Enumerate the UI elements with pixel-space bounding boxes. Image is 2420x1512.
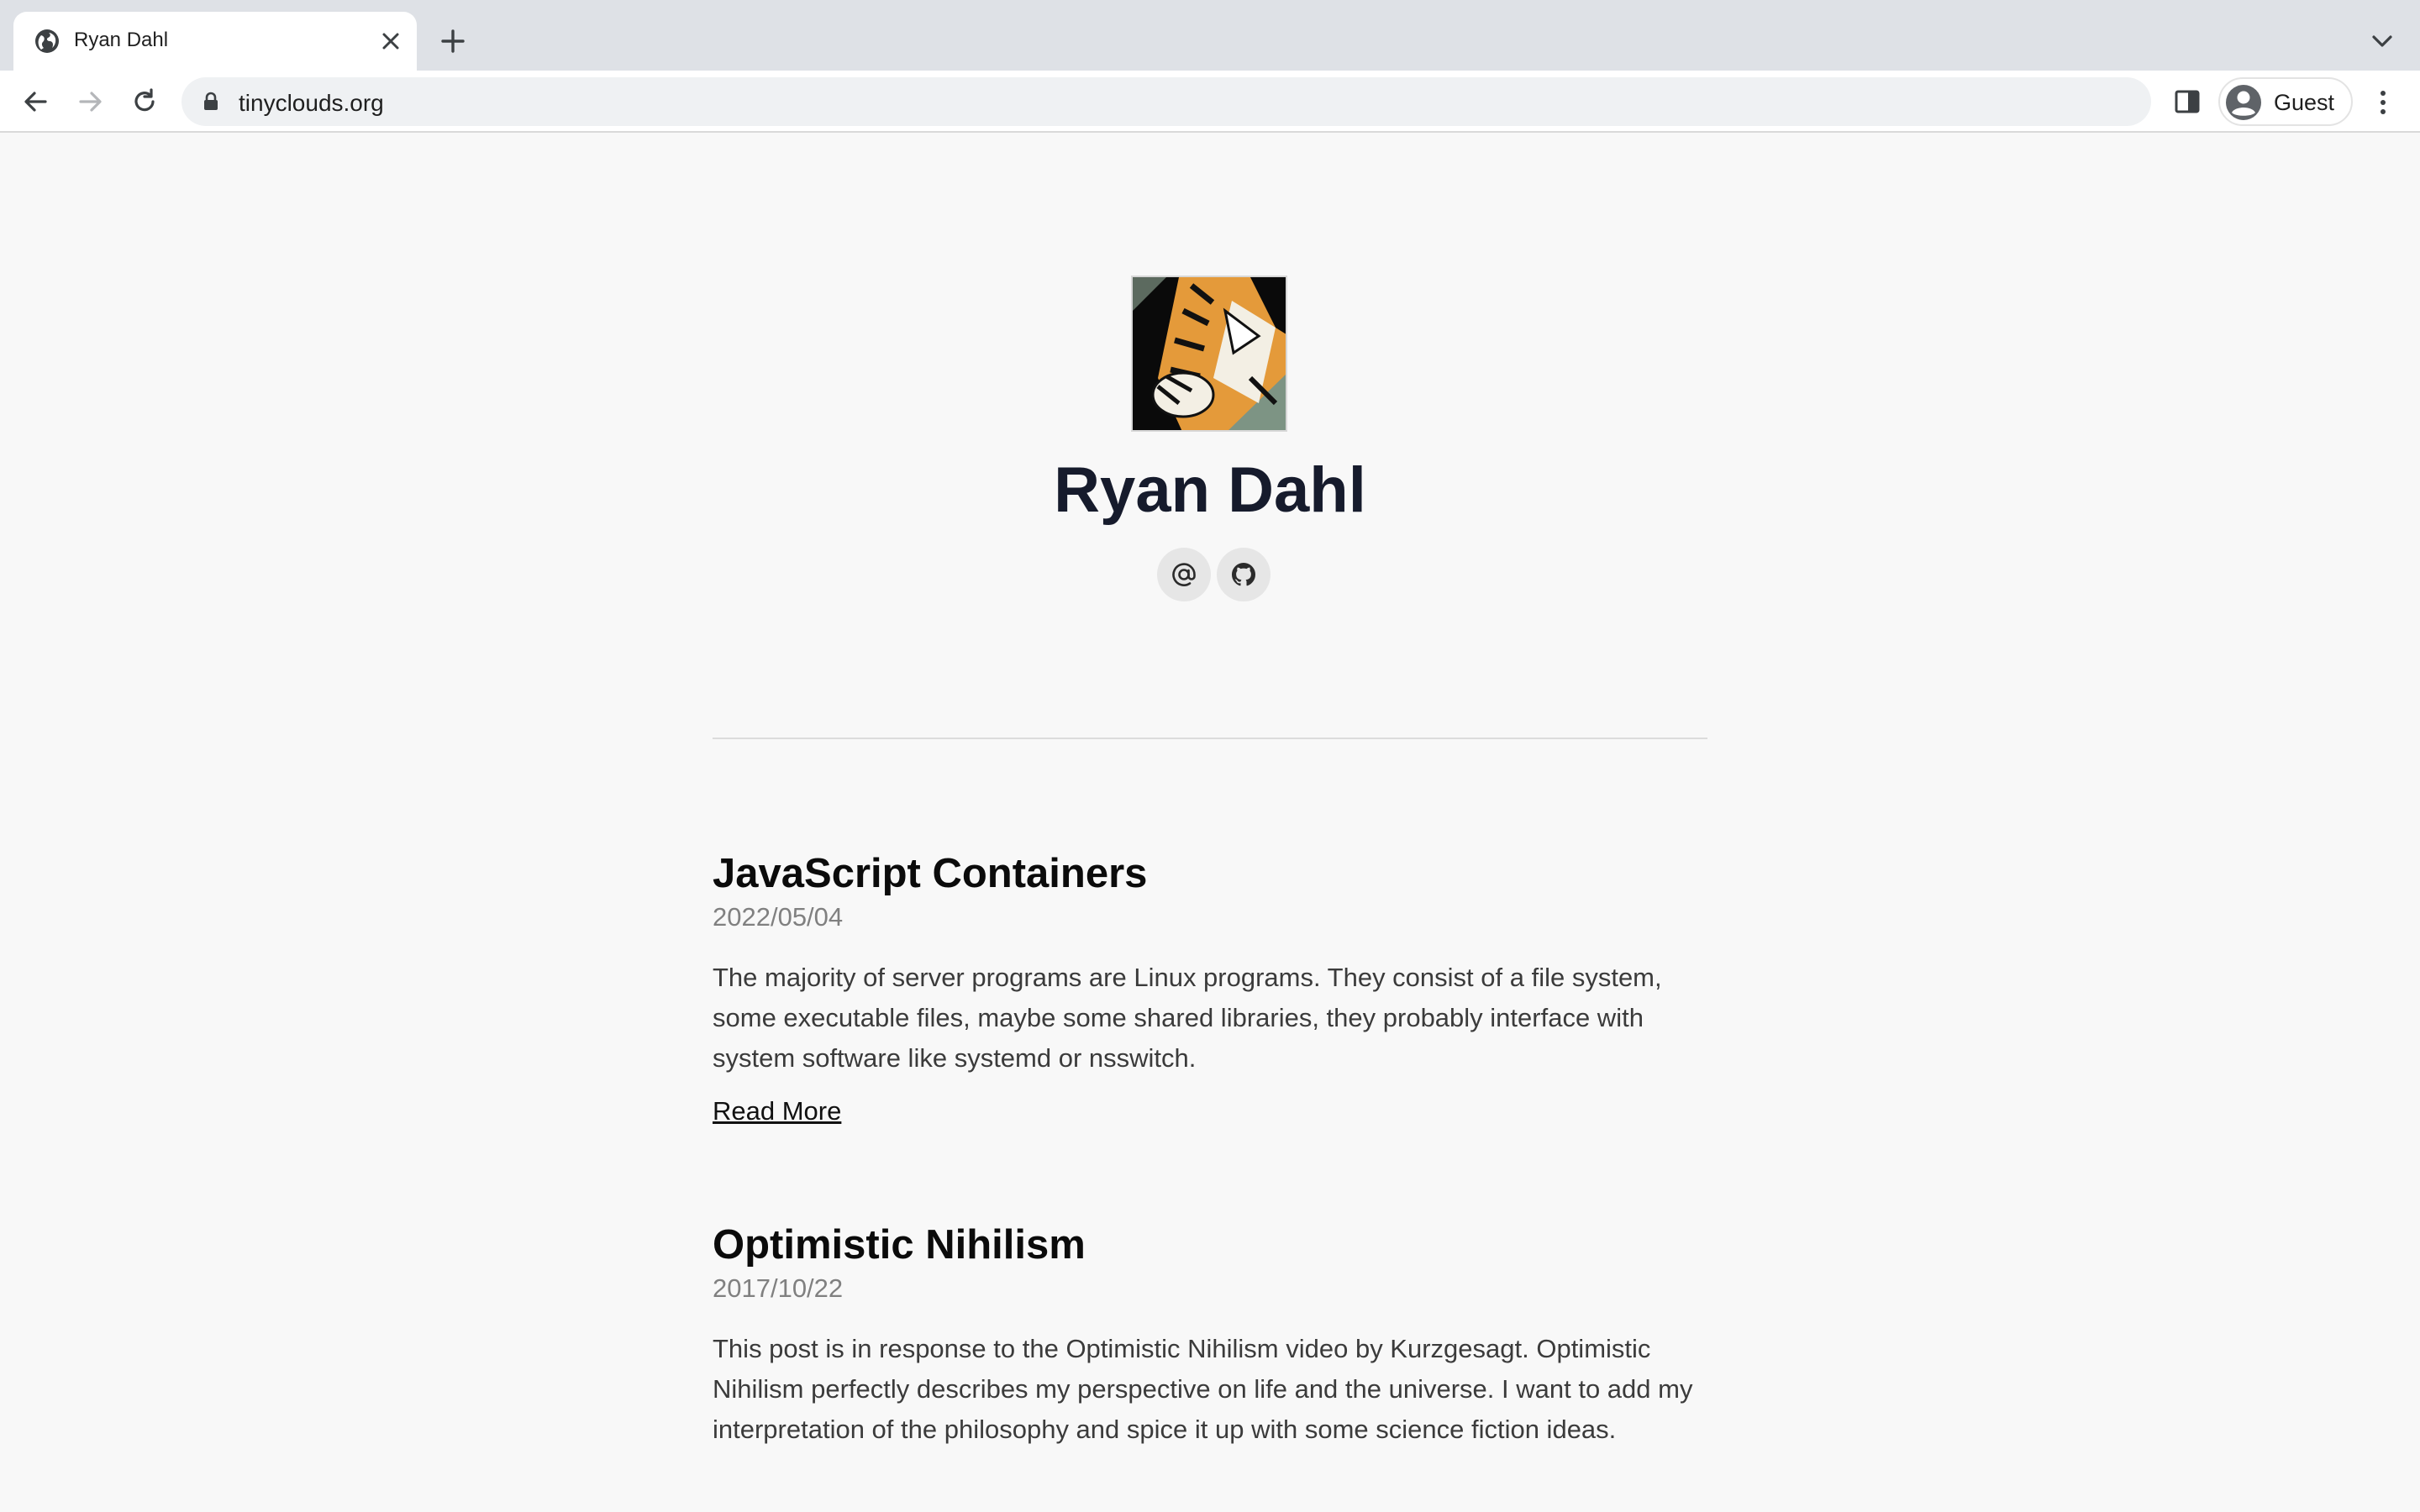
post-title[interactable]: JavaScript Containers xyxy=(713,848,1707,899)
post-item: Optimistic Nihilism 2017/10/22 This post… xyxy=(713,1220,1707,1450)
author-name: Ryan Dahl xyxy=(1054,454,1366,526)
profile-label: Guest xyxy=(2274,90,2335,115)
side-panel-icon[interactable] xyxy=(2173,87,2202,116)
active-tab[interactable]: Ryan Dahl xyxy=(13,12,417,71)
globe-icon xyxy=(35,29,59,53)
github-link[interactable] xyxy=(1217,548,1270,601)
close-icon[interactable] xyxy=(380,30,402,52)
browser-toolbar: tinyclouds.org Guest xyxy=(0,71,2420,133)
page-content: Ryan Dahl JavaScript Containers 2022/05/… xyxy=(0,134,2420,1512)
forward-arrow-icon[interactable] xyxy=(76,87,106,117)
post-date: 2017/10/22 xyxy=(713,1273,844,1303)
post-item: JavaScript Containers 2022/05/04 The maj… xyxy=(713,848,1707,1129)
profile-button[interactable]: Guest xyxy=(2218,77,2353,126)
post-date: 2022/05/04 xyxy=(713,902,844,932)
email-icon xyxy=(1172,563,1196,586)
new-tab-icon[interactable] xyxy=(439,27,467,55)
post-title[interactable]: Optimistic Nihilism xyxy=(713,1220,1707,1270)
more-options-icon[interactable] xyxy=(2373,87,2393,118)
lock-icon[interactable] xyxy=(202,92,220,112)
account-icon xyxy=(2226,85,2261,120)
address-bar[interactable]: tinyclouds.org xyxy=(182,77,2151,126)
profile-photo xyxy=(1131,276,1287,432)
email-link[interactable] xyxy=(1157,548,1211,601)
github-icon xyxy=(1231,563,1256,586)
section-divider xyxy=(713,738,1707,739)
tab-title: Ryan Dahl xyxy=(74,29,169,51)
tab-strip: Ryan Dahl xyxy=(0,0,2420,71)
read-more-link[interactable]: Read More xyxy=(713,1094,841,1129)
reload-icon[interactable] xyxy=(129,87,160,117)
post-excerpt: The majority of server programs are Linu… xyxy=(713,963,1662,1073)
tiger-illustration xyxy=(1133,277,1286,430)
back-arrow-icon[interactable] xyxy=(20,87,50,117)
url-text[interactable]: tinyclouds.org xyxy=(239,90,384,117)
chevron-down-icon[interactable] xyxy=(2370,30,2395,52)
post-excerpt: This post is in response to the Optimist… xyxy=(713,1334,1693,1444)
